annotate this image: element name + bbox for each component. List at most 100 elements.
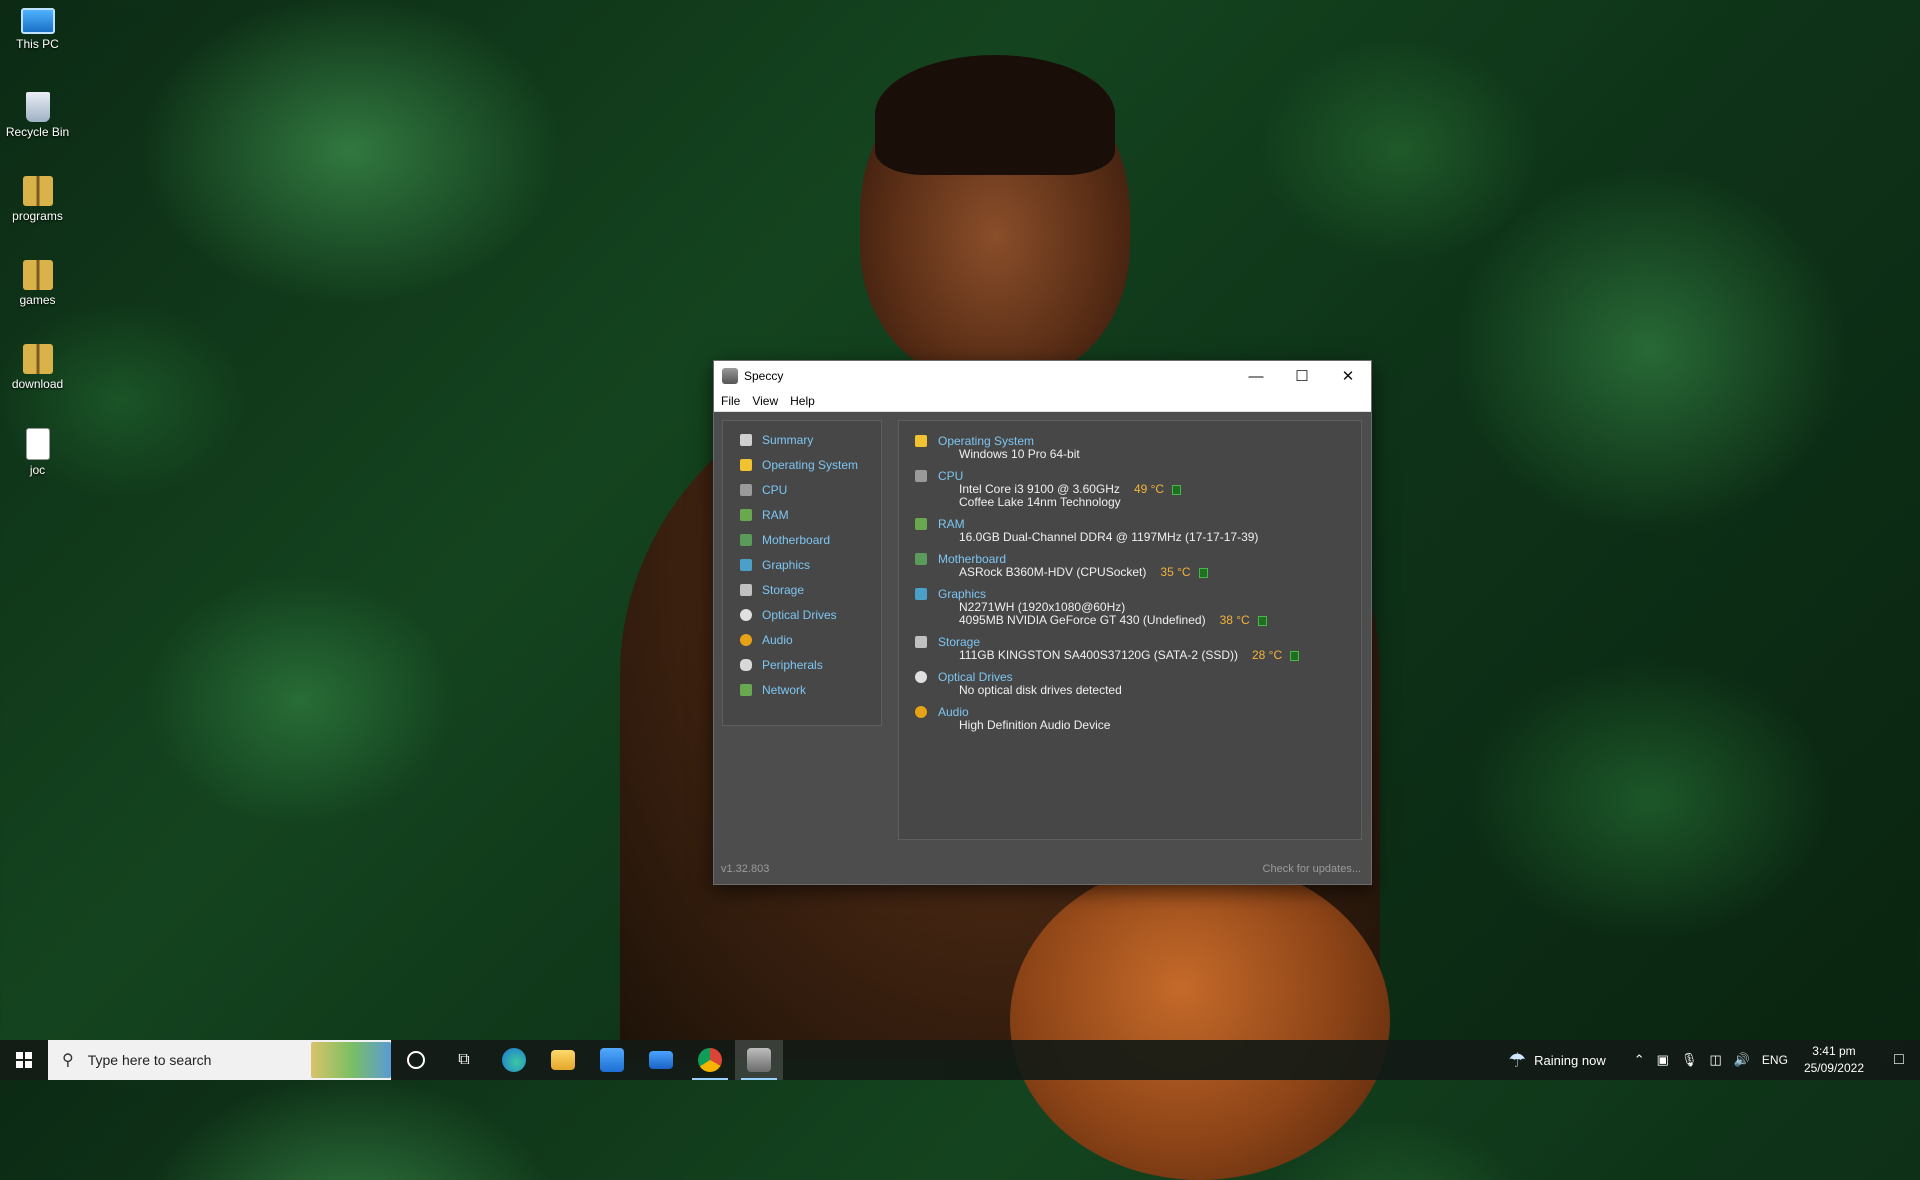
window-title: Speccy (744, 369, 784, 383)
desktop-icon-this-pc[interactable]: This PC (0, 8, 75, 51)
motherboard-icon (915, 552, 927, 565)
section-title-text: Motherboard (938, 551, 1007, 566)
start-button[interactable] (0, 1040, 48, 1080)
network-icon (740, 683, 752, 696)
section-title[interactable]: Operating System (915, 433, 1361, 448)
speaker-icon (915, 705, 927, 718)
nav-label: CPU (762, 482, 788, 497)
section-title[interactable]: Optical Drives (915, 669, 1361, 684)
search-icon: ⚲ (62, 1052, 74, 1069)
meet-now-icon[interactable]: ▣ (1657, 1052, 1669, 1068)
system-tray: ☂ Raining now ⌃ ▣ 🎙 ◫ 🔊 ENG 3:41 pm 25/0… (1508, 1040, 1920, 1080)
network-icon[interactable]: ◫ (1709, 1052, 1721, 1068)
section-title-text: Operating System (938, 433, 1035, 448)
taskbar-store[interactable] (588, 1040, 636, 1080)
cpu-chip-icon (915, 469, 927, 482)
nav-label: Summary (762, 432, 814, 447)
section-title[interactable]: Audio (915, 704, 1361, 719)
minimize-button[interactable]: — (1233, 361, 1279, 391)
nav-label: RAM (762, 507, 789, 522)
taskbar-edge[interactable] (490, 1040, 538, 1080)
nav-item-operating-system[interactable]: Operating System (723, 452, 881, 477)
speccy-app-icon (747, 1048, 771, 1072)
desktop-icon-recycle-bin[interactable]: Recycle Bin (0, 92, 75, 139)
taskbar-file-explorer[interactable] (539, 1040, 587, 1080)
summary-panel: Operating System Windows 10 Pro 64-bit C… (898, 420, 1362, 840)
language-indicator[interactable]: ENG (1762, 1053, 1788, 1067)
taskbar-chrome[interactable] (686, 1040, 734, 1080)
nav-item-graphics[interactable]: Graphics (723, 552, 881, 577)
windows-logo-icon (915, 434, 927, 447)
volume-icon[interactable]: 🔊 (1734, 1052, 1750, 1068)
disc-icon (915, 670, 927, 683)
gpu-temperature: 38 °C (1219, 613, 1250, 627)
section-operating-system: Operating System Windows 10 Pro 64-bit (915, 433, 1361, 461)
os-value: Windows 10 Pro 64-bit (959, 447, 1080, 461)
nav-item-summary[interactable]: Summary (723, 427, 881, 452)
cortana-button[interactable] (392, 1040, 440, 1080)
nav-item-motherboard[interactable]: Motherboard (723, 527, 881, 552)
nav-item-cpu[interactable]: CPU (723, 477, 881, 502)
recycle-bin-icon (25, 92, 50, 122)
nav-label: Audio (762, 632, 793, 647)
microphone-icon[interactable]: 🎙 (1681, 1052, 1698, 1068)
speaker-icon (740, 633, 752, 646)
temperature-graph-icon[interactable] (1290, 650, 1300, 661)
motherboard-value: ASRock B360M-HDV (CPUSocket) 35 °C (915, 566, 1361, 579)
windows-logo-icon (16, 1052, 32, 1068)
taskbar-mail[interactable] (637, 1040, 685, 1080)
nav-item-optical-drives[interactable]: Optical Drives (723, 602, 881, 627)
section-title[interactable]: RAM (915, 516, 1361, 531)
motherboard-icon (740, 533, 752, 546)
desktop-icon-label: download (11, 377, 64, 391)
search-placeholder: Type here to search (87, 1052, 212, 1068)
windows-logo-icon (740, 458, 752, 471)
motherboard-temperature: 35 °C (1160, 565, 1191, 579)
nav-item-peripherals[interactable]: Peripherals (723, 652, 881, 677)
nav-item-network[interactable]: Network (723, 677, 881, 702)
temperature-graph-icon[interactable] (1198, 567, 1208, 578)
desktop-icon-programs[interactable]: programs (0, 176, 75, 223)
desktop-icon-download[interactable]: download (0, 344, 75, 391)
section-title[interactable]: Storage (915, 634, 1361, 649)
ram-value: 16.0GB Dual-Channel DDR4 @ 1197MHz (17-1… (959, 530, 1259, 544)
taskbar-speccy[interactable] (735, 1040, 783, 1080)
storage-model: 111GB KINGSTON SA400S37120G (SATA-2 (SSD… (959, 648, 1238, 662)
nav-item-storage[interactable]: Storage (723, 577, 881, 602)
notification-button[interactable]: □ (1878, 1051, 1920, 1069)
nav-label: Operating System (762, 457, 859, 472)
nav-item-audio[interactable]: Audio (723, 627, 881, 652)
menu-file[interactable]: File (721, 394, 740, 408)
desktop-icon-games[interactable]: games (0, 260, 75, 307)
storage-value: 111GB KINGSTON SA400S37120G (SATA-2 (SSD… (915, 649, 1361, 662)
section-title[interactable]: Graphics (915, 586, 1361, 601)
chevron-up-icon[interactable]: ⌃ (1634, 1052, 1645, 1068)
task-view-button[interactable]: ⧉ (440, 1040, 488, 1080)
check-updates-link[interactable]: Check for updates... (1263, 863, 1361, 875)
desktop-icon-label: games (19, 293, 56, 307)
section-title[interactable]: CPU (915, 468, 1361, 483)
task-view-icon: ⧉ (458, 1051, 470, 1068)
menu-view[interactable]: View (752, 394, 778, 408)
clock[interactable]: 3:41 pm 25/09/2022 (1804, 1043, 1864, 1077)
search-highlight-art (311, 1042, 391, 1078)
desktop-icon-joc[interactable]: joc (0, 428, 75, 477)
maximize-button[interactable]: ☐ (1279, 361, 1325, 391)
taskbar-search[interactable]: ⚲ Type here to search (48, 1040, 391, 1080)
title-bar[interactable]: Speccy — ☐ ✕ (714, 361, 1371, 391)
close-button[interactable]: ✕ (1325, 361, 1371, 391)
file-icon (25, 428, 50, 460)
section-title-text: Graphics (938, 586, 987, 601)
zip-folder-icon (22, 344, 53, 374)
zip-folder-icon (22, 260, 53, 290)
menu-help[interactable]: Help (790, 394, 815, 408)
weather-widget[interactable]: ☂ Raining now (1508, 1048, 1605, 1073)
temperature-graph-icon[interactable] (1172, 484, 1182, 495)
section-title[interactable]: Motherboard (915, 551, 1361, 566)
notification-icon: □ (1894, 1051, 1904, 1068)
status-bar: v1.32.803 Check for updates... (714, 854, 1371, 884)
mouse-icon (740, 658, 752, 671)
nav-item-ram[interactable]: RAM (723, 502, 881, 527)
temperature-graph-icon[interactable] (1257, 615, 1267, 626)
nav-panel: Summary Operating System CPU RAM Motherb… (722, 420, 882, 726)
